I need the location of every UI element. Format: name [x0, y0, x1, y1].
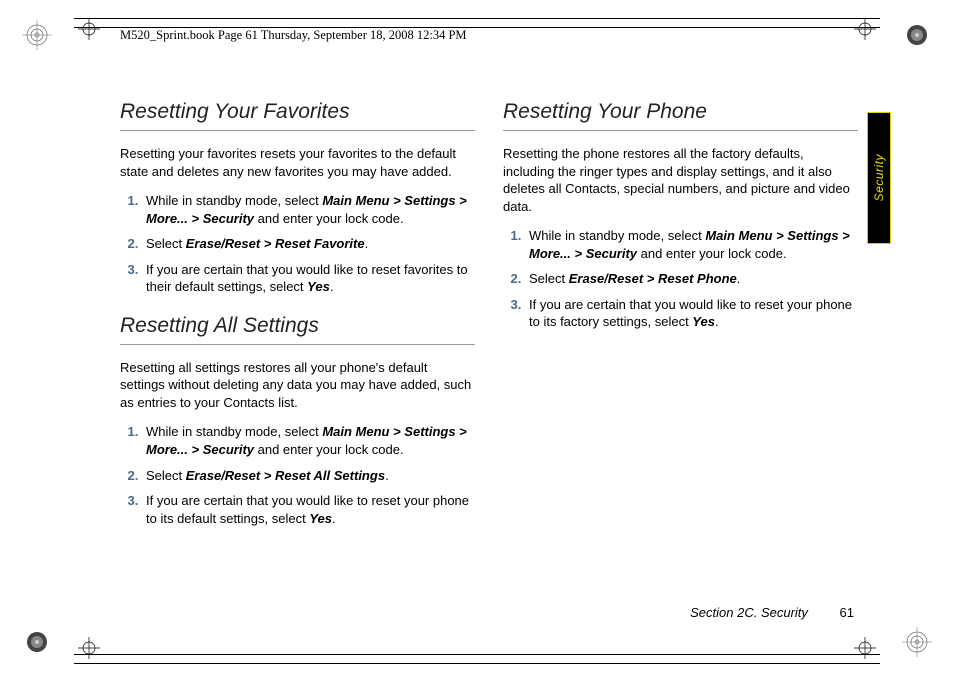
- crosshair-icon: [854, 637, 876, 664]
- step-item: If you are certain that you would like t…: [525, 296, 858, 331]
- section-tab-security: Security: [867, 112, 891, 244]
- steps-list: While in standby mode, select Main Menu …: [503, 227, 858, 331]
- right-column: Resetting Your Phone Resetting the phone…: [503, 100, 858, 545]
- steps-list: While in standby mode, select Main Menu …: [120, 423, 475, 527]
- step-item: While in standby mode, select Main Menu …: [142, 192, 475, 227]
- step-item: While in standby mode, select Main Menu …: [525, 227, 858, 262]
- intro-text: Resetting the phone restores all the fac…: [503, 145, 858, 215]
- crosshair-icon: [78, 637, 100, 664]
- step-item: Select Erase/Reset > Reset Favorite.: [142, 235, 475, 253]
- page-number: 61: [840, 605, 854, 620]
- intro-text: Resetting your favorites resets your fav…: [120, 145, 475, 180]
- registration-mark-icon: [902, 627, 932, 662]
- page-content: Resetting Your Favorites Resetting your …: [120, 100, 860, 545]
- heading-reset-favorites: Resetting Your Favorites: [120, 100, 475, 124]
- steps-list: While in standby mode, select Main Menu …: [120, 192, 475, 296]
- intro-text: Resetting all settings restores all your…: [120, 359, 475, 412]
- heading-reset-phone: Resetting Your Phone: [503, 100, 858, 124]
- heading-rule: [120, 130, 475, 131]
- registration-mark-icon: [902, 20, 932, 55]
- registration-mark-icon: [22, 627, 52, 662]
- step-item: If you are certain that you would like t…: [142, 261, 475, 296]
- step-item: If you are certain that you would like t…: [142, 492, 475, 527]
- registration-mark-icon: [22, 20, 52, 55]
- footer-section: Section 2C. Security: [690, 605, 808, 620]
- heading-reset-all-settings: Resetting All Settings: [120, 314, 475, 338]
- crop-mark-bottom: [74, 643, 880, 664]
- step-item: Select Erase/Reset > Reset All Settings.: [142, 467, 475, 485]
- step-item: Select Erase/Reset > Reset Phone.: [525, 270, 858, 288]
- header-meta-text: M520_Sprint.book Page 61 Thursday, Septe…: [120, 28, 467, 43]
- page-footer: Section 2C. Security 61: [690, 605, 854, 620]
- heading-rule: [503, 130, 858, 131]
- section-tab-label: Security: [872, 154, 886, 201]
- left-column: Resetting Your Favorites Resetting your …: [120, 100, 475, 545]
- step-item: While in standby mode, select Main Menu …: [142, 423, 475, 458]
- heading-rule: [120, 344, 475, 345]
